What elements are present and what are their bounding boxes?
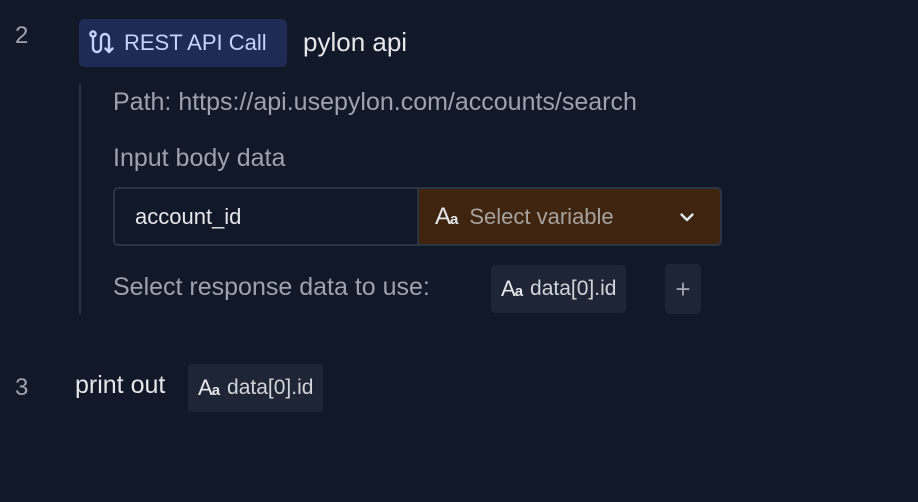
- route-icon: [88, 29, 116, 57]
- input-body-label: Input body data: [113, 144, 286, 172]
- step-number: 3: [15, 374, 29, 401]
- text-type-icon: Aa: [435, 202, 458, 230]
- select-variable-placeholder: Select variable: [469, 203, 614, 229]
- chevron-down-icon: [676, 206, 698, 228]
- add-response-data-button[interactable]: +: [665, 264, 701, 314]
- print-chip-label: data[0].id: [227, 376, 314, 399]
- body-key-input[interactable]: [113, 187, 417, 246]
- step-title[interactable]: pylon api: [303, 27, 407, 58]
- rest-api-call-label: REST API Call: [124, 30, 267, 55]
- rest-api-call-badge[interactable]: REST API Call: [79, 19, 287, 67]
- text-type-icon: Aa: [198, 375, 220, 400]
- text-type-icon: Aa: [501, 276, 523, 301]
- step-number: 2: [15, 22, 29, 49]
- select-variable-dropdown[interactable]: Aa Select variable: [417, 187, 722, 246]
- print-out-text: print out: [75, 371, 166, 399]
- path-row: Path: https://api.usepylon.com/accounts/…: [113, 88, 637, 117]
- body-field-row: Aa Select variable: [113, 187, 722, 246]
- step-indent-line: [79, 84, 81, 314]
- response-chip-label: data[0].id: [530, 277, 617, 300]
- path-label: Path:: [113, 88, 172, 116]
- print-variable-chip[interactable]: Aa data[0].id: [188, 364, 324, 412]
- response-data-chip[interactable]: Aa data[0].id: [491, 265, 627, 313]
- response-data-label: Select response data to use:: [113, 273, 430, 301]
- path-url: https://api.usepylon.com/accounts/search: [178, 88, 637, 116]
